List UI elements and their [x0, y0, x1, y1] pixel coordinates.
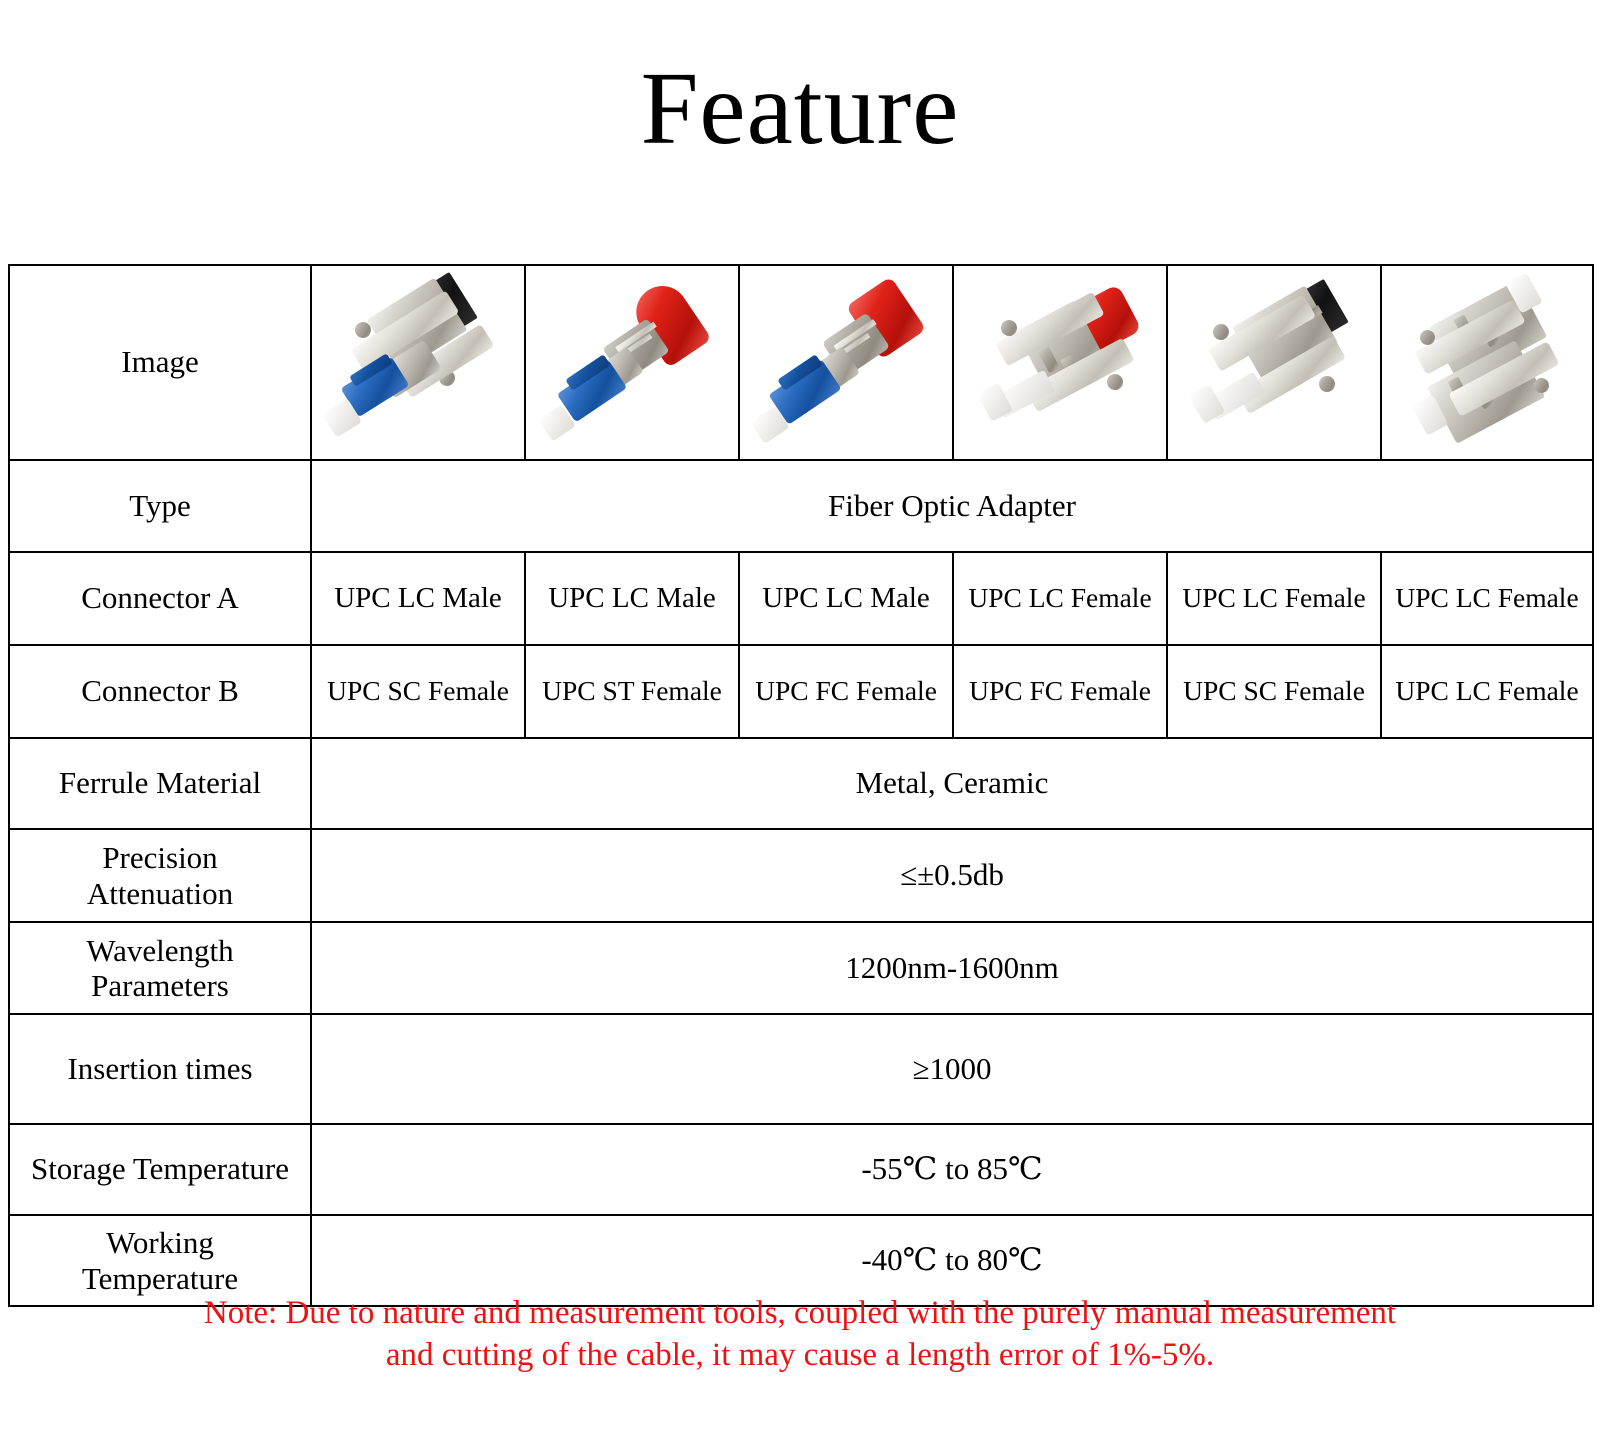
lc-male-to-fc-female-adapter-photo	[740, 266, 952, 459]
connector-a-value-6: UPC LC Female	[1380, 551, 1594, 646]
type-value: Fiber Optic Adapter	[310, 459, 1594, 553]
row-label-storage-temperature: Storage Temperature	[8, 1123, 312, 1216]
product-image-cell-5	[1166, 264, 1382, 461]
row-label-ferrule-material: Ferrule Material	[8, 737, 312, 830]
precision-attenuation-value: ≤±0.5db	[310, 828, 1594, 923]
feature-spec-page: Feature Image Type Fiber Optic Adapter C…	[0, 0, 1600, 1440]
product-image-cell-6	[1380, 264, 1594, 461]
table-row-connector-b: Connector B UPC SC Female UPC ST Female …	[8, 644, 1594, 739]
table-row-storage-temperature: Storage Temperature -55℃ to 85℃	[8, 1123, 1594, 1216]
connector-a-value-2: UPC LC Male	[524, 551, 740, 646]
lc-female-to-lc-female-adapter-photo	[1382, 266, 1592, 459]
connector-b-value-2: UPC ST Female	[524, 644, 740, 739]
row-label-insertion-times: Insertion times	[8, 1013, 312, 1125]
table-row-wavelength-parameters: Wavelength Parameters 1200nm-1600nm	[8, 921, 1594, 1015]
feature-spec-table: Image Type Fiber Optic Adapter Connector…	[8, 264, 1594, 1307]
page-title: Feature	[640, 51, 960, 166]
precision-label-line-2: Attenuation	[86, 875, 234, 911]
table-row-ferrule-material: Ferrule Material Metal, Ceramic	[8, 737, 1594, 830]
lc-male-to-st-female-adapter-photo	[526, 266, 738, 459]
storage-temperature-value: -55℃ to 85℃	[310, 1123, 1594, 1216]
connector-b-value-3: UPC FC Female	[738, 644, 954, 739]
ferrule-material-value: Metal, Ceramic	[310, 737, 1594, 830]
table-row-type: Type Fiber Optic Adapter	[8, 459, 1594, 553]
table-row-image: Image	[8, 264, 1594, 461]
precision-label-line-1: Precision	[102, 840, 218, 876]
product-image-cell-3	[738, 264, 954, 461]
note-line-2: and cutting of the cable, it may cause a…	[385, 1337, 1215, 1374]
connector-a-value-1: UPC LC Male	[310, 551, 526, 646]
connector-b-value-4: UPC FC Female	[952, 644, 1168, 739]
row-label-type: Type	[8, 459, 312, 553]
row-label-wavelength-parameters: Wavelength Parameters	[8, 921, 312, 1015]
note-line-1: Note: Due to nature and measurement tool…	[203, 1295, 1397, 1331]
connector-a-value-3: UPC LC Male	[738, 551, 954, 646]
table-row-precision-attenuation: Precision Attenuation ≤±0.5db	[8, 828, 1594, 923]
connector-b-value-1: UPC SC Female	[310, 644, 526, 739]
wavelength-label-line-2: Parameters	[91, 968, 229, 1003]
wavelength-label-line-1: Wavelength	[86, 932, 234, 968]
table-row-connector-a: Connector A UPC LC Male UPC LC Male UPC …	[8, 551, 1594, 646]
working-label-line-2: Temperature	[81, 1260, 239, 1296]
measurement-note: Note: Due to nature and measurement tool…	[0, 1292, 1600, 1376]
row-label-image: Image	[8, 264, 312, 461]
lc-female-to-fc-female-adapter-photo	[954, 266, 1166, 459]
wavelength-parameters-value: 1200nm-1600nm	[310, 921, 1594, 1015]
product-image-cell-1	[310, 264, 526, 461]
lc-female-to-sc-female-adapter-photo	[1168, 266, 1380, 459]
table-row-insertion-times: Insertion times ≥1000	[8, 1013, 1594, 1125]
connector-b-value-5: UPC SC Female	[1166, 644, 1382, 739]
connector-b-value-6: UPC LC Female	[1380, 644, 1594, 739]
connector-a-value-5: UPC LC Female	[1166, 551, 1382, 646]
working-label-line-1: Working	[106, 1225, 214, 1261]
insertion-times-value: ≥1000	[310, 1013, 1594, 1125]
product-image-cell-2	[524, 264, 740, 461]
row-label-connector-b: Connector B	[8, 644, 312, 739]
row-label-connector-a: Connector A	[8, 551, 312, 646]
lc-male-to-sc-female-adapter-photo	[312, 266, 524, 459]
product-image-cell-4	[952, 264, 1168, 461]
row-label-precision-attenuation: Precision Attenuation	[8, 828, 312, 923]
connector-a-value-4: UPC LC Female	[952, 551, 1168, 646]
